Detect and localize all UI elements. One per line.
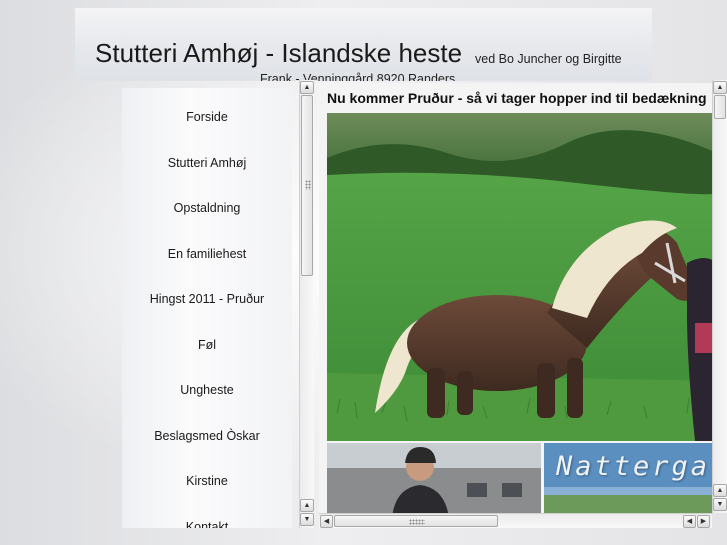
arrow-down-icon: ▼	[716, 501, 724, 508]
content-scroll-left-button[interactable]: ◀	[320, 515, 333, 528]
nattergale-banner: Nattergale	[544, 443, 712, 513]
navigation-frame: Forside Stutteri Amhøj Opstaldning En fa…	[122, 88, 292, 528]
content-scroll-down-button[interactable]: ▼	[713, 498, 727, 511]
stallion-photo	[327, 113, 712, 441]
horse-illustration	[327, 113, 712, 441]
nav-scroll-thumb[interactable]	[301, 95, 313, 276]
content-vertical-scrollbar[interactable]: ▲ ▲ ▼	[712, 80, 727, 513]
nav-item-beslagsmed-oskar[interactable]: Beslagsmed Òskar	[122, 407, 292, 453]
arrow-left-icon: ◀	[686, 518, 693, 525]
arrow-up-icon: ▲	[716, 487, 724, 494]
content-heading: Nu kommer Pruður - så vi tager hopper in…	[327, 90, 707, 106]
content-scroll-up-button-lower[interactable]: ▲	[713, 484, 727, 497]
arrow-up-icon: ▲	[303, 502, 311, 509]
content-hscroll-thumb[interactable]	[334, 515, 498, 527]
nav-item-en-familiehest[interactable]: En familiehest	[122, 225, 292, 271]
nav-item-ungheste[interactable]: Ungheste	[122, 361, 292, 407]
nav-item-opstaldning[interactable]: Opstaldning	[122, 179, 292, 225]
grip-icon	[305, 180, 311, 190]
nav-scroll-up-button-lower[interactable]: ▲	[300, 499, 314, 512]
banner-text: Nattergale	[556, 451, 712, 482]
content-scroll-thumb[interactable]	[714, 95, 726, 119]
nav-item-kirstine[interactable]: Kirstine	[122, 452, 292, 498]
content-frame: Nu kommer Pruður - så vi tager hopper in…	[319, 83, 712, 513]
arrow-up-icon: ▲	[716, 84, 724, 91]
content-scroll-up-button[interactable]: ▲	[713, 81, 727, 94]
grip-icon	[409, 519, 425, 525]
nav-item-stutteri-amhoj[interactable]: Stutteri Amhøj	[122, 134, 292, 180]
farrier-photo	[327, 443, 541, 513]
nav-item-hingst-2011[interactable]: Hingst 2011 - Pruður	[122, 270, 292, 316]
nav-item-forside[interactable]: Forside	[122, 88, 292, 134]
nav-scroll-down-button[interactable]: ▼	[300, 513, 314, 526]
nav-scroll-up-button[interactable]: ▲	[300, 81, 314, 94]
site-owners: ved Bo Juncher og Birgitte	[475, 52, 622, 66]
content-scroll-right-button[interactable]: ▶	[697, 515, 710, 528]
arrow-up-icon: ▲	[303, 84, 311, 91]
site-title: Stutteri Amhøj - Islandske heste	[95, 38, 463, 68]
arrow-down-icon: ▼	[303, 516, 311, 523]
arrow-left-icon: ◀	[323, 518, 330, 525]
site-header: Stutteri Amhøj - Islandske heste ved Bo …	[75, 8, 652, 81]
farrier-illustration	[327, 443, 541, 513]
arrow-right-icon: ▶	[700, 518, 707, 525]
nav-item-fol[interactable]: Føl	[122, 316, 292, 362]
content-horizontal-scrollbar[interactable]: ◀ ◀ ▶	[319, 513, 712, 528]
nav-list: Forside Stutteri Amhøj Opstaldning En fa…	[122, 88, 292, 528]
nav-item-kontakt[interactable]: Kontakt	[122, 498, 292, 529]
site-address: Frank - Venninggård 8920 Randers	[260, 72, 456, 81]
nav-vertical-scrollbar[interactable]: ▲ ▲ ▼	[299, 80, 314, 528]
content-scroll-left-button-right[interactable]: ◀	[683, 515, 696, 528]
